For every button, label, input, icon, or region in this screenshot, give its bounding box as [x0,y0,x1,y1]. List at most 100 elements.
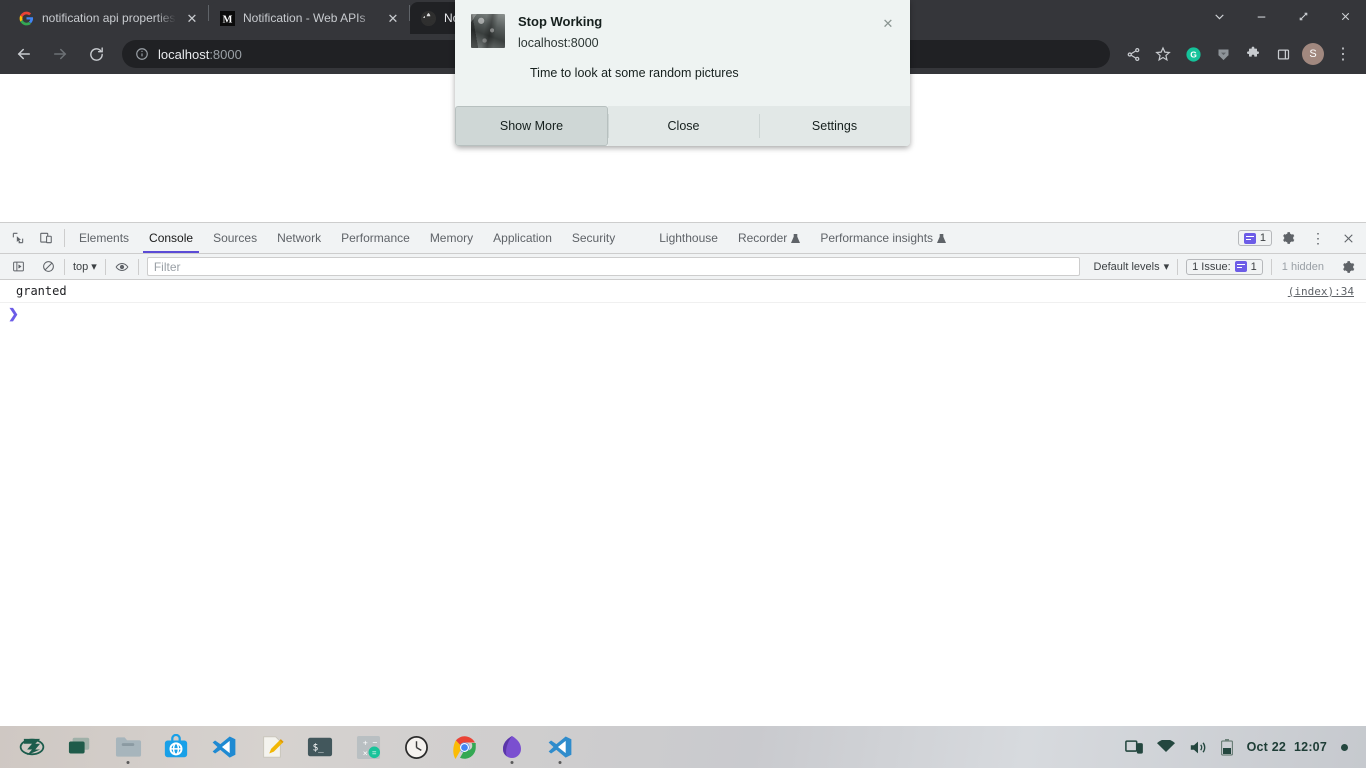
volume-icon[interactable] [1189,740,1207,755]
issues-badge[interactable]: 1 [1237,230,1272,246]
globe-icon [420,10,436,26]
tab-console[interactable]: Console [139,223,203,253]
files-icon[interactable] [104,726,152,768]
notification-image-icon [471,14,505,48]
tab-sources[interactable]: Sources [203,223,267,253]
workspaces-icon[interactable] [56,726,104,768]
mdn-icon: M [219,10,235,26]
notification-content: Stop Working localhost:8000 ✕ Time to lo… [455,0,910,106]
devtools-settings-icon[interactable] [1274,231,1302,245]
log-levels-selector[interactable]: Default levels ▾ [1088,260,1176,274]
tab-close-icon[interactable]: ✕ [385,10,401,26]
svg-text:$_: $_ [313,743,325,754]
browser-tab-2[interactable]: M Notification - Web APIs ✕ [209,2,409,34]
maximize-restore-button[interactable] [1282,1,1324,31]
desktop-notification-popup[interactable]: Stop Working localhost:8000 ✕ Time to lo… [455,0,910,146]
gimp-icon[interactable] [488,726,536,768]
svg-text:+: + [362,737,367,747]
console-settings-icon[interactable] [1334,260,1362,274]
tab-title: notification api properties [42,11,176,25]
bookmark-star-icon[interactable] [1148,39,1178,69]
display-icon[interactable] [1124,740,1143,754]
text-editor-icon[interactable] [248,726,296,768]
console-filter-input[interactable]: Filter [146,257,1080,276]
wifi-icon[interactable] [1156,740,1175,754]
tab-elements[interactable]: Elements [69,223,139,253]
pocket-extension-icon[interactable] [1208,39,1238,69]
chrome-icon[interactable] [440,726,488,768]
console-prompt-row[interactable]: ❯ [0,303,1366,324]
tab-performance[interactable]: Performance [331,223,420,253]
extensions-puzzle-icon[interactable] [1238,39,1268,69]
taskbar-time[interactable]: 12:07 [1294,740,1327,754]
issue-icon [1243,232,1256,244]
tab-performance-insights[interactable]: Performance insights [810,223,956,253]
clock-icon[interactable] [392,726,440,768]
device-toolbar-icon[interactable] [32,223,60,253]
tab-performance-insights-label: Performance insights [820,231,934,245]
console-log-source-link[interactable]: (index):34 [1288,285,1366,298]
tab-lighthouse[interactable]: Lighthouse [649,223,728,253]
console-toolbar: top ▾ Filter Default levels ▾ 1 Issue: 1… [0,254,1366,280]
battery-icon[interactable] [1220,738,1233,756]
console-issues-chip[interactable]: 1 Issue: 1 [1186,258,1263,275]
notification-action-show-more[interactable]: Show More [455,106,608,146]
search-tabs-icon[interactable] [1198,1,1240,31]
tab-close-icon[interactable]: ✕ [184,10,200,26]
forward-button[interactable] [44,38,76,70]
grammarly-extension-icon[interactable]: G [1178,39,1208,69]
experiment-flask-icon [791,233,801,243]
tab-security[interactable]: Security [562,223,625,253]
console-prompt-icon: ❯ [8,305,19,321]
tab-network[interactable]: Network [267,223,331,253]
inspect-element-icon[interactable] [4,223,32,253]
back-button[interactable] [8,38,40,70]
tab-memory[interactable]: Memory [420,223,483,253]
info-icon[interactable] [134,46,150,62]
chevron-down-icon: ▾ [1163,261,1170,273]
tab-application[interactable]: Application [483,223,562,253]
google-icon [18,10,34,26]
notification-origin: localhost:8000 [518,35,599,50]
toolbar-divider [64,229,65,247]
live-expression-eye-icon[interactable] [108,260,136,274]
console-sidebar-toggle-icon[interactable] [4,260,32,273]
experiment-flask-icon [937,233,947,243]
minimize-button[interactable] [1240,1,1282,31]
devtools-more-icon[interactable]: ⋮ [1304,230,1332,247]
console-log-row[interactable]: granted (index):34 [0,280,1366,303]
clear-console-icon[interactable] [34,260,62,273]
share-icon[interactable] [1118,39,1148,69]
hidden-messages-count: 1 hidden [1281,260,1324,273]
notifications-indicator-icon[interactable] [1341,743,1348,751]
console-context-selector[interactable]: top ▾ [67,260,103,274]
chrome-menu-icon[interactable]: ⋮ [1328,39,1358,69]
calculator-icon[interactable]: + − × = [344,726,392,768]
window-controls [1198,1,1366,34]
devtools-panel: Elements Console Sources Network Perform… [0,222,1366,727]
toolbar-divider [1177,258,1179,275]
zorin-menu-icon[interactable] [8,726,56,768]
notification-close-icon[interactable]: ✕ [880,16,896,32]
software-center-icon[interactable] [152,726,200,768]
terminal-icon[interactable]: $_ [296,726,344,768]
close-window-button[interactable] [1324,1,1366,31]
notification-action-close[interactable]: Close [608,106,759,146]
log-levels-label: Default levels [1093,260,1160,273]
vscode-insiders-icon[interactable] [200,726,248,768]
vscode-icon[interactable] [536,726,584,768]
devtools-close-icon[interactable] [1334,232,1362,245]
tab-recorder[interactable]: Recorder [728,223,810,253]
browser-tab-1[interactable]: notification api properties ✕ [8,2,208,34]
console-issues-label: 1 Issue: [1192,260,1231,273]
profile-avatar[interactable]: S [1298,39,1328,69]
toolbar-divider [1270,258,1272,275]
running-indicator [558,761,562,764]
notification-action-settings[interactable]: Settings [759,106,910,146]
reload-button[interactable] [80,38,112,70]
taskbar-date[interactable]: Oct 22 [1247,740,1286,754]
notification-actions: Show More Close Settings [455,106,910,146]
tab-recorder-label: Recorder [737,231,788,245]
side-panel-icon[interactable] [1268,39,1298,69]
console-output[interactable]: granted (index):34 ❯ [0,280,1366,727]
